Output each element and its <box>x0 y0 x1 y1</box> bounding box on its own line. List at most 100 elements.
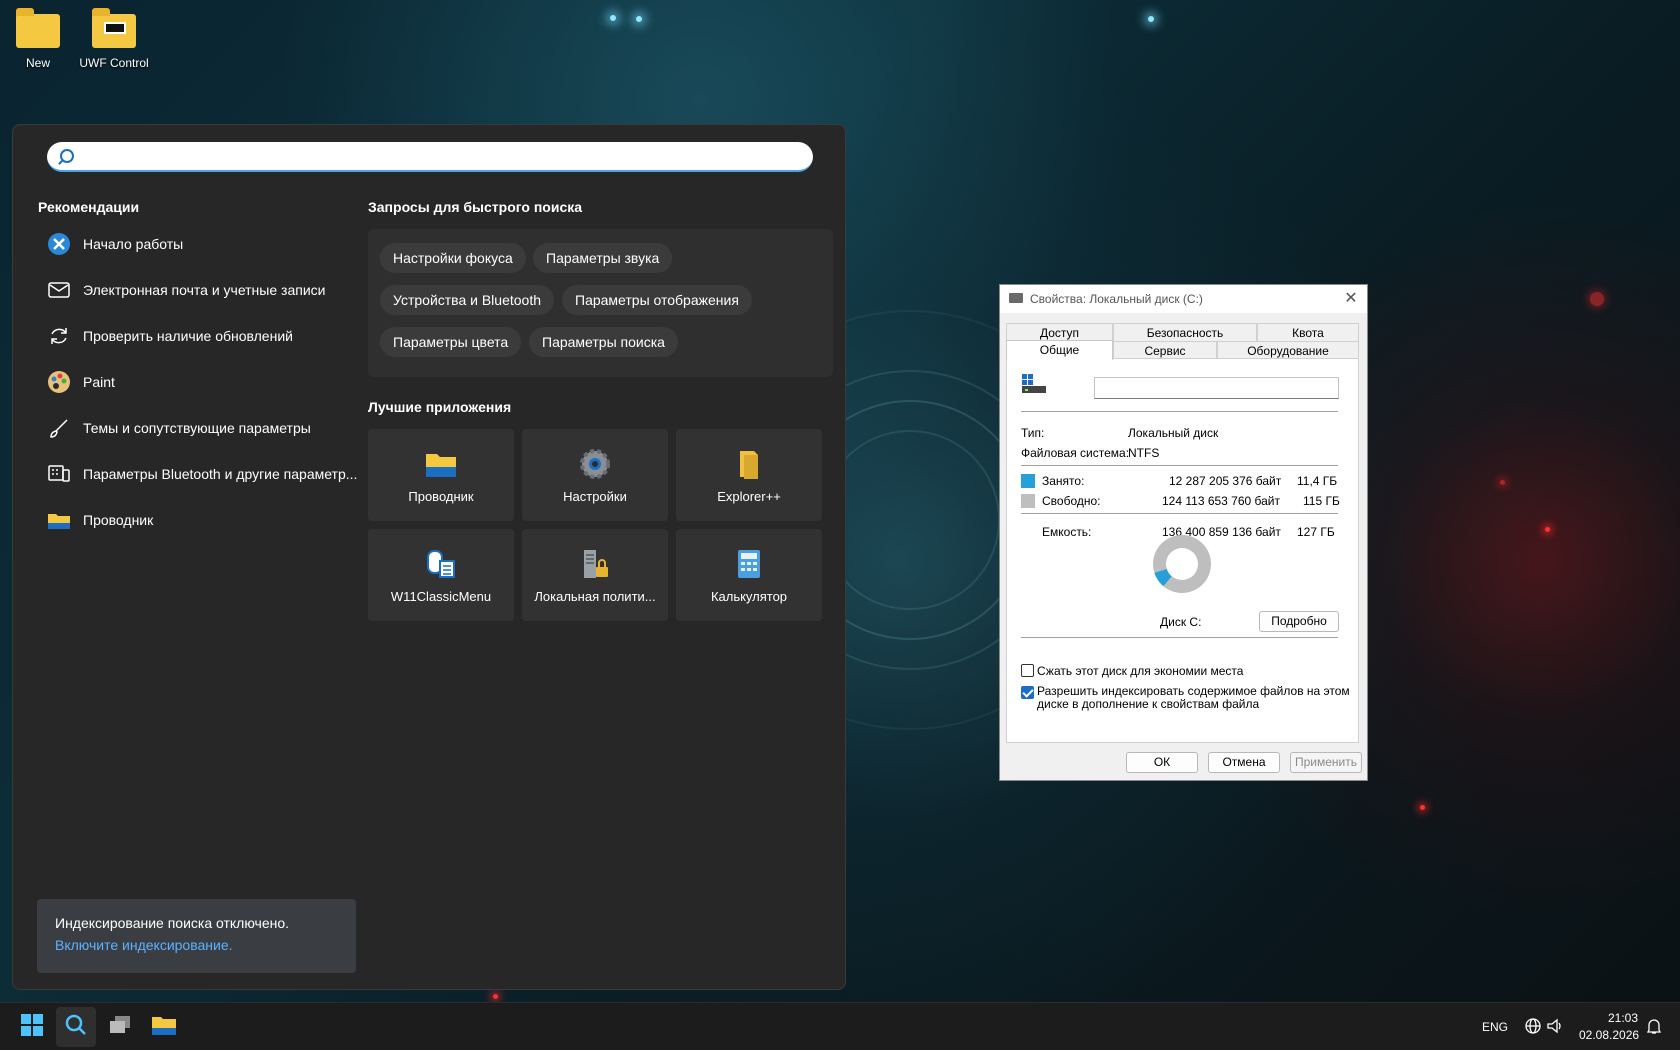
language-indicator[interactable]: ENG <box>1482 1020 1508 1034</box>
uwf-control-icon <box>92 8 136 48</box>
start-button[interactable] <box>12 1007 52 1047</box>
recommendations-title: Рекомендации <box>38 199 140 215</box>
explorer-taskbar-button[interactable] <box>144 1007 184 1047</box>
recommendation-item[interactable]: Электронная почта и учетные записи <box>45 267 375 313</box>
enable-indexing-link[interactable]: Включите индексирование. <box>55 937 338 953</box>
recommendation-item[interactable]: Темы и сопутствующие параметры <box>45 405 375 451</box>
cancel-button[interactable]: Отмена <box>1208 752 1280 773</box>
quick-search-chip[interactable]: Параметры поиска <box>529 327 678 357</box>
compress-checkbox[interactable] <box>1021 664 1034 677</box>
wallpaper-light <box>493 994 498 999</box>
capacity-label: Емкость: <box>1042 525 1092 539</box>
index-label-line2: диске в дополнение к свойствам файла <box>1037 697 1260 711</box>
drive-icon <box>1021 373 1047 395</box>
recommendation-item[interactable]: Paint <box>45 359 375 405</box>
app-tile-local-policy[interactable]: Локальная полити... <box>522 529 668 621</box>
search-icon <box>60 149 74 163</box>
app-tile-label: Калькулятор <box>710 589 788 604</box>
folder-icon <box>424 447 458 481</box>
app-tile-label: Настройки <box>563 489 627 504</box>
filesystem-value: NTFS <box>1128 446 1160 460</box>
brush-icon <box>47 416 71 440</box>
recommendation-item[interactable]: Проверить наличие обновлений <box>45 313 375 359</box>
free-gb: 115 ГБ <box>1303 494 1340 508</box>
explorerpp-icon <box>732 447 766 481</box>
dialog-title: Свойства: Локальный диск (C:) <box>1030 292 1203 306</box>
apply-button[interactable]: Применить <box>1290 752 1362 773</box>
app-tile-settings[interactable]: Настройки <box>522 429 668 521</box>
recommendation-label: Paint <box>83 374 115 390</box>
security-policy-icon <box>578 547 612 581</box>
app-tile-label: W11ClassicMenu <box>390 589 492 604</box>
tab-quota[interactable]: Квота <box>1257 323 1359 341</box>
classic-menu-icon <box>424 547 458 581</box>
wallpaper-light <box>1148 16 1154 22</box>
app-tile-w11classicmenu[interactable]: W11ClassicMenu <box>368 529 514 621</box>
volume-icon[interactable] <box>1546 1017 1564 1038</box>
desktop-icon-label: UWF Control <box>79 56 149 70</box>
close-icon[interactable]: ✕ <box>1343 285 1359 313</box>
compress-label: Сжать этот диск для экономии места <box>1037 664 1244 678</box>
wallpaper-light <box>610 15 616 21</box>
disk-usage-donut <box>1153 535 1211 593</box>
top-apps-title: Лучшие приложения <box>368 399 512 415</box>
app-tile-calculator[interactable]: Калькулятор <box>676 529 822 621</box>
desktop-icon-new[interactable]: New <box>0 2 78 70</box>
quick-search-chip[interactable]: Настройки фокуса <box>380 243 526 273</box>
wallpaper-light <box>1545 527 1550 532</box>
tab-hardware[interactable]: Оборудование <box>1217 341 1359 359</box>
separator <box>1021 411 1338 412</box>
network-icon[interactable] <box>1524 1017 1542 1038</box>
recommendation-label: Проводник <box>83 512 154 528</box>
dialog-titlebar[interactable]: Свойства: Локальный диск (C:) ✕ <box>1000 285 1367 313</box>
windows-logo-icon <box>20 1013 44 1042</box>
ok-button[interactable]: ОК <box>1126 752 1198 773</box>
volume-label-input[interactable] <box>1094 377 1339 399</box>
tab-service[interactable]: Сервис <box>1113 341 1217 359</box>
index-checkbox[interactable] <box>1021 686 1034 699</box>
recommendation-label: Электронная почта и учетные записи <box>83 282 326 298</box>
recommendation-item[interactable]: Начало работы <box>45 221 375 267</box>
separator <box>1021 637 1338 638</box>
recommendation-item[interactable]: Параметры Bluetooth и другие параметр... <box>45 451 375 497</box>
search-input[interactable] <box>87 146 787 168</box>
type-value: Локальный диск <box>1128 426 1219 440</box>
recommendation-item[interactable]: Проводник <box>45 497 375 543</box>
notification-bell-icon[interactable] <box>1646 1017 1662 1038</box>
recommendation-label: Проверить наличие обновлений <box>83 328 293 344</box>
used-label: Занято: <box>1042 474 1085 488</box>
tab-access[interactable]: Доступ <box>1006 323 1113 341</box>
tab-general[interactable]: Общие <box>1006 340 1113 360</box>
clock-date[interactable]: 02.08.2026 <box>1579 1028 1639 1042</box>
app-tile-label: Explorer++ <box>717 489 781 504</box>
used-bytes: 12 287 205 376 байт <box>1169 474 1282 488</box>
general-tab-panel: Тип: Локальный диск Файловая система: NT… <box>1006 358 1359 743</box>
app-tile-explorer[interactable]: Проводник <box>368 429 514 521</box>
free-label: Свободно: <box>1042 494 1101 508</box>
recommendation-label: Параметры Bluetooth и другие параметр... <box>83 466 358 482</box>
search-box[interactable] <box>47 142 813 172</box>
recommendation-label: Темы и сопутствующие параметры <box>83 420 311 436</box>
search-icon <box>64 1013 88 1042</box>
get-started-icon <box>47 232 71 256</box>
clock-time[interactable]: 21:03 <box>1608 1011 1638 1025</box>
desktop-icon-uwf-control[interactable]: UWF Control <box>74 2 154 70</box>
mail-icon <box>47 278 71 302</box>
quick-search-chip[interactable]: Устройства и Bluetooth <box>380 285 554 315</box>
gear-icon <box>578 447 612 481</box>
task-view-button[interactable] <box>100 1007 140 1047</box>
quick-search-chip[interactable]: Параметры цвета <box>380 327 522 357</box>
separator <box>1021 513 1338 514</box>
calculator-icon <box>732 547 766 581</box>
quick-search-chip[interactable]: Параметры отображения <box>562 285 752 315</box>
search-panel: Рекомендации Начало работы Электронная п… <box>12 124 846 990</box>
free-bytes: 124 113 653 760 байт <box>1162 494 1281 508</box>
bluetooth-devices-icon <box>47 462 71 486</box>
details-button[interactable]: Подробно <box>1259 611 1339 632</box>
app-tile-explorerpp[interactable]: Explorer++ <box>676 429 822 521</box>
wallpaper-light <box>1500 480 1505 485</box>
tab-security[interactable]: Безопасность <box>1113 323 1257 341</box>
search-button[interactable] <box>56 1007 96 1047</box>
refresh-icon <box>47 324 71 348</box>
quick-search-chip[interactable]: Параметры звука <box>533 243 673 273</box>
